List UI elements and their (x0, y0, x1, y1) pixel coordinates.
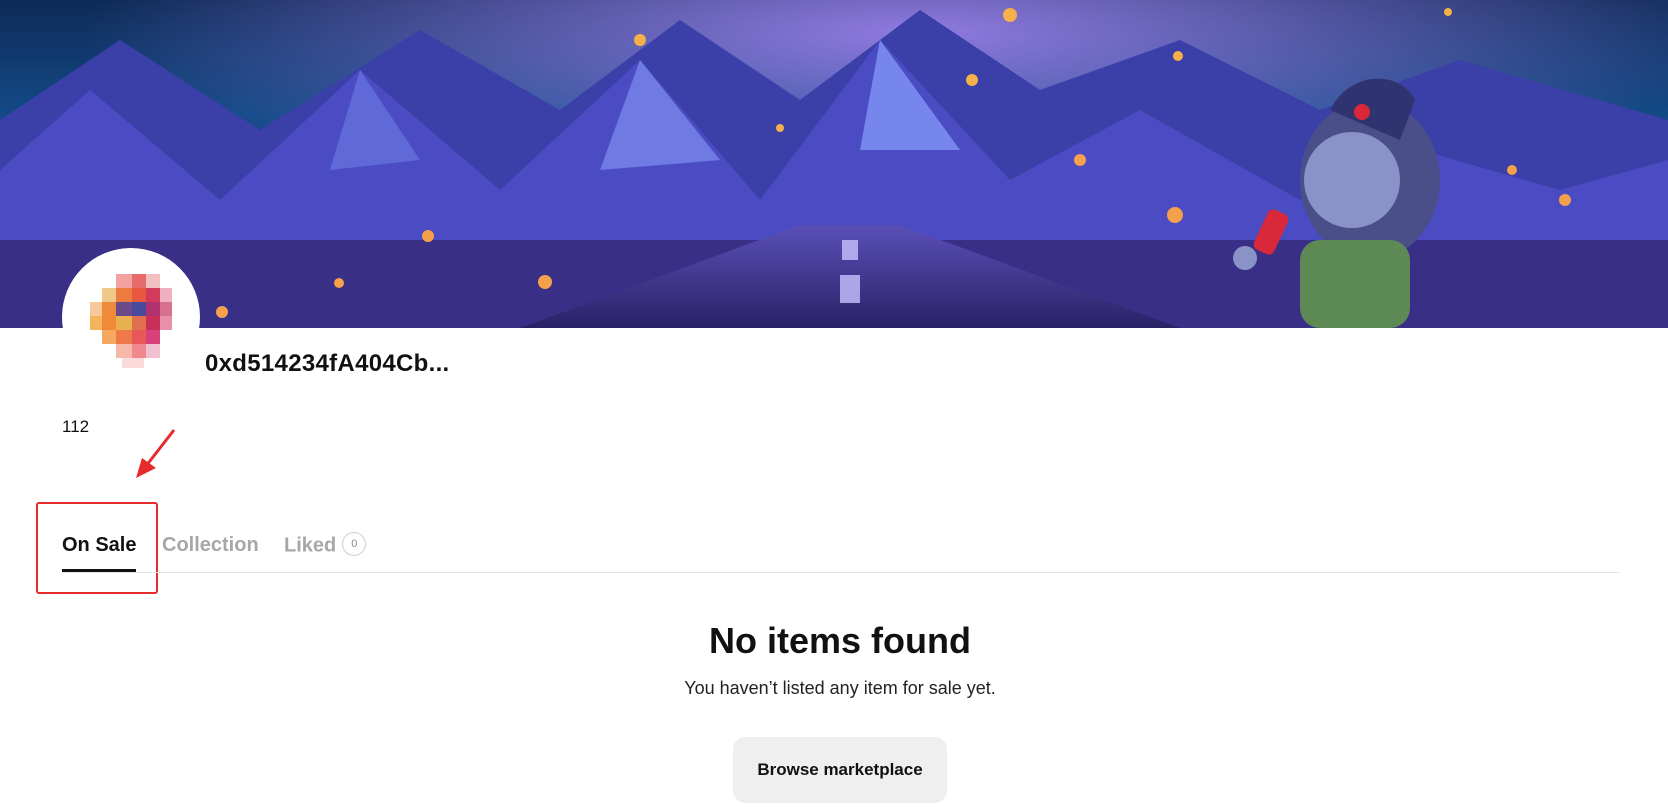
browse-marketplace-button[interactable]: Browse marketplace (733, 737, 947, 803)
tab-liked-label: Liked (284, 534, 337, 557)
tab-liked[interactable]: Liked 0 (284, 532, 367, 570)
empty-state-title: No items found (709, 620, 971, 661)
profile-count: 112 (62, 417, 90, 436)
tab-on-sale-label: On Sale (62, 534, 137, 556)
tab-collection[interactable]: Collection (162, 534, 259, 570)
profile-banner (0, 0, 1668, 328)
tab-on-sale[interactable]: On Sale (62, 534, 137, 572)
tab-collection-label: Collection (162, 534, 259, 556)
avatar[interactable] (62, 248, 200, 386)
banner-artwork (0, 0, 1668, 328)
pixelated-avatar-image (90, 274, 172, 368)
empty-state-subtitle: You haven’t listed any item for sale yet… (684, 678, 996, 698)
annotation-arrow-icon (136, 429, 176, 478)
liked-count-badge: 0 (342, 532, 367, 556)
wallet-address: 0xd514234fA404Cb... (205, 350, 450, 377)
profile-tabs: On Sale Collection Liked 0 (62, 520, 1620, 573)
